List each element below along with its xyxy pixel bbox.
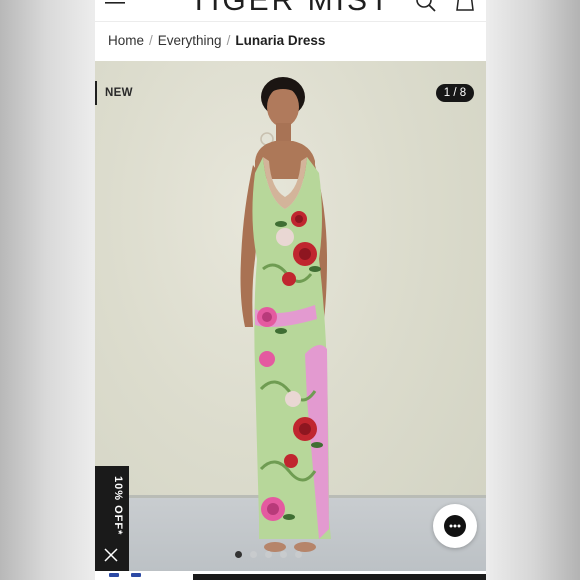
discount-label: 10% OFF* <box>112 476 124 536</box>
carousel-dot[interactable] <box>235 551 242 558</box>
carousel-dot[interactable] <box>250 551 257 558</box>
payment-icon <box>131 573 141 577</box>
product-photo-model <box>240 77 331 552</box>
carousel-dot[interactable] <box>280 551 287 558</box>
image-counter: 1 / 8 <box>436 84 474 102</box>
product-image-carousel[interactable]: NEW 1 / 8 10% OFF* <box>95 61 486 571</box>
breadcrumb-home[interactable]: Home <box>108 33 144 48</box>
breadcrumb-current: Lunaria Dress <box>235 33 326 48</box>
shopping-bag-icon[interactable] <box>455 0 475 12</box>
carousel-dot[interactable] <box>265 551 272 558</box>
search-icon[interactable] <box>416 0 436 12</box>
carousel-dot[interactable] <box>295 551 302 558</box>
payment-icon <box>109 573 119 577</box>
chat-button[interactable] <box>433 504 477 548</box>
breadcrumb: Home / Everything / Lunaria Dress <box>108 33 325 51</box>
breadcrumb-everything[interactable]: Everything <box>158 33 222 48</box>
close-icon[interactable] <box>104 548 118 562</box>
chat-bubble-icon <box>444 515 466 537</box>
header-bar: TIGER MIST <box>95 0 486 22</box>
new-badge: NEW <box>95 81 133 105</box>
breadcrumb-separator: / <box>226 33 231 48</box>
discount-tab[interactable]: 10% OFF* <box>95 466 129 571</box>
add-to-bag-button[interactable] <box>193 574 486 580</box>
product-page: TIGER MIST Home / Everything / Lunaria Dress <box>95 0 486 580</box>
breadcrumb-separator: / <box>149 33 153 48</box>
